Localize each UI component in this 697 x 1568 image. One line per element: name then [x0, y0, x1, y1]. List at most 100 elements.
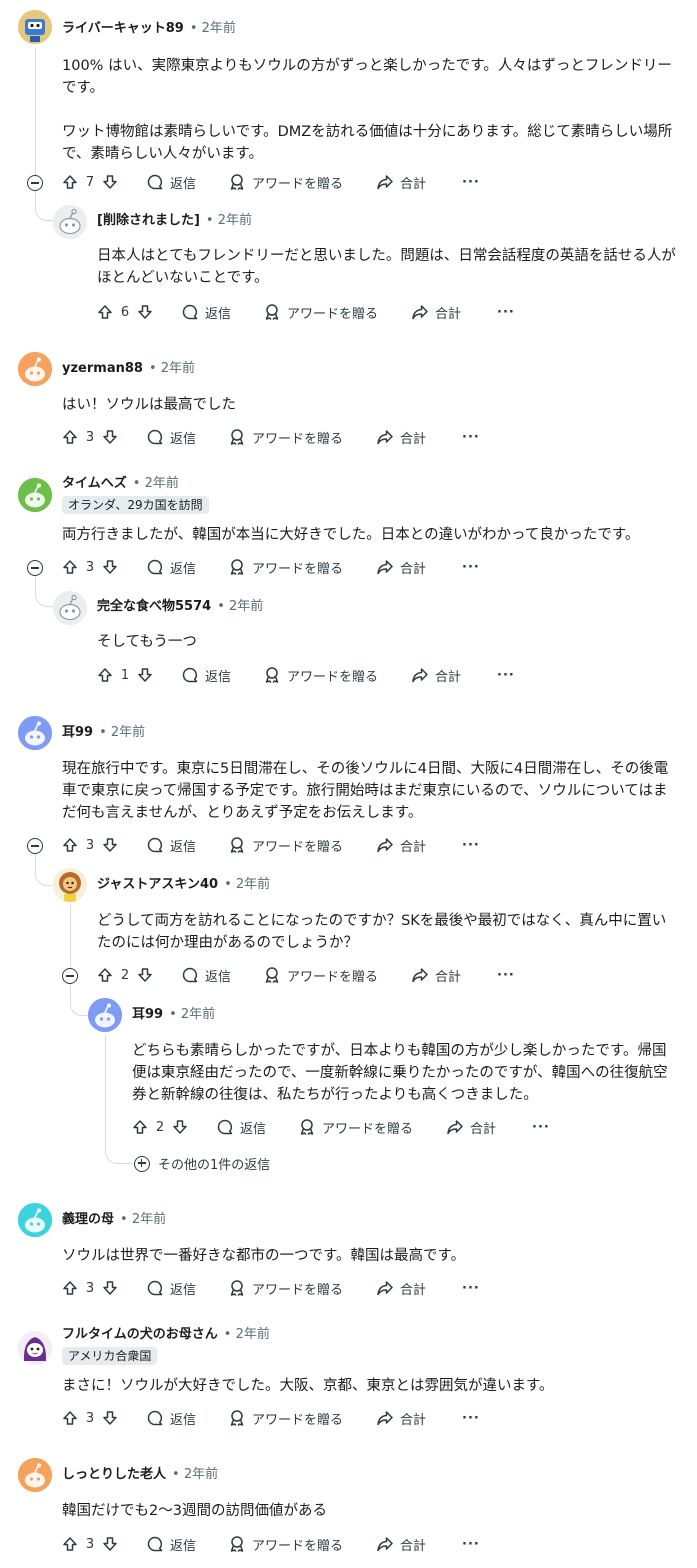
timestamp[interactable]: • 2年前: [120, 1211, 166, 1229]
downvote-icon[interactable]: [172, 1119, 188, 1135]
share-button[interactable]: 合計: [376, 558, 462, 577]
upvote-icon[interactable]: [97, 304, 113, 320]
upvote-icon[interactable]: [62, 837, 78, 853]
more-options-button[interactable]: ···: [532, 1120, 550, 1135]
downvote-icon[interactable]: [102, 559, 118, 575]
upvote-icon[interactable]: [62, 174, 78, 190]
username[interactable]: しっとりした老人: [62, 1466, 166, 1484]
avatar[interactable]: [18, 1331, 52, 1365]
username[interactable]: タイムヘズ: [62, 475, 127, 493]
timestamp[interactable]: • 2年前: [149, 360, 195, 378]
reply-button[interactable]: 返信: [146, 173, 228, 192]
upvote-icon[interactable]: [97, 967, 113, 983]
upvote-icon[interactable]: [97, 667, 113, 683]
more-options-button[interactable]: ···: [462, 1537, 480, 1552]
more-options-button[interactable]: ···: [462, 430, 480, 445]
avatar[interactable]: [18, 352, 52, 386]
avatar[interactable]: [18, 1203, 52, 1237]
collapse-thread-button[interactable]: [27, 838, 43, 854]
username[interactable]: 耳99: [62, 724, 93, 742]
username[interactable]: フルタイムの犬のお母さん: [62, 1326, 218, 1344]
more-options-button[interactable]: ···: [462, 560, 480, 575]
timestamp[interactable]: • 2年前: [133, 475, 179, 493]
timestamp[interactable]: • 2年前: [217, 598, 263, 616]
award-button[interactable]: アワードを贈る: [228, 428, 376, 447]
reply-button[interactable]: 返信: [146, 1279, 228, 1298]
more-options-button[interactable]: ···: [462, 175, 480, 190]
reply-button[interactable]: 返信: [146, 1535, 228, 1554]
username[interactable]: 義理の母: [62, 1211, 114, 1229]
downvote-icon[interactable]: [102, 429, 118, 445]
share-button[interactable]: 合計: [376, 836, 462, 855]
collapse-thread-button[interactable]: [27, 560, 43, 576]
reply-button[interactable]: 返信: [181, 666, 263, 685]
more-options-button[interactable]: ···: [462, 1411, 480, 1426]
award-button[interactable]: アワードを贈る: [263, 666, 411, 685]
share-button[interactable]: 合計: [446, 1118, 532, 1137]
collapse-thread-button[interactable]: [27, 175, 43, 191]
avatar[interactable]: [53, 591, 87, 625]
downvote-icon[interactable]: [102, 1536, 118, 1552]
timestamp[interactable]: • 2年前: [190, 20, 236, 38]
avatar[interactable]: [18, 478, 52, 512]
award-button[interactable]: アワードを贈る: [263, 303, 411, 322]
upvote-icon[interactable]: [62, 429, 78, 445]
reply-button[interactable]: 返信: [181, 303, 263, 322]
username[interactable]: 耳99: [132, 1006, 163, 1024]
share-button[interactable]: 合計: [411, 303, 497, 322]
reply-button[interactable]: 返信: [146, 1409, 228, 1428]
award-button[interactable]: アワードを贈る: [228, 1409, 376, 1428]
username[interactable]: ライバーキャット89: [62, 20, 184, 38]
award-button[interactable]: アワードを贈る: [228, 1535, 376, 1554]
timestamp[interactable]: • 2年前: [206, 212, 252, 230]
reply-button[interactable]: 返信: [146, 836, 228, 855]
award-button[interactable]: アワードを贈る: [228, 1279, 376, 1298]
more-options-button[interactable]: ···: [462, 1281, 480, 1296]
downvote-icon[interactable]: [137, 304, 153, 320]
more-options-button[interactable]: ···: [497, 668, 515, 683]
username[interactable]: 完全な食べ物5574: [97, 598, 211, 616]
more-options-button[interactable]: ···: [497, 305, 515, 320]
reply-button[interactable]: 返信: [146, 558, 228, 577]
share-button[interactable]: 合計: [411, 966, 497, 985]
avatar[interactable]: [18, 1458, 52, 1492]
share-button[interactable]: 合計: [376, 1279, 462, 1298]
award-button[interactable]: アワードを贈る: [228, 173, 376, 192]
upvote-icon[interactable]: [62, 1536, 78, 1552]
award-button[interactable]: アワードを贈る: [263, 966, 411, 985]
reply-button[interactable]: 返信: [146, 428, 228, 447]
avatar[interactable]: [53, 205, 87, 239]
timestamp[interactable]: • 2年前: [224, 1326, 270, 1344]
downvote-icon[interactable]: [102, 174, 118, 190]
downvote-icon[interactable]: [137, 967, 153, 983]
award-button[interactable]: アワードを贈る: [228, 836, 376, 855]
share-button[interactable]: 合計: [376, 1409, 462, 1428]
avatar[interactable]: [18, 716, 52, 750]
reply-button[interactable]: 返信: [181, 966, 263, 985]
more-replies-link[interactable]: その他の1件の返信: [134, 1154, 270, 1173]
downvote-icon[interactable]: [102, 837, 118, 853]
avatar[interactable]: [53, 868, 87, 902]
username[interactable]: ジャストアスキン40: [97, 876, 218, 894]
downvote-icon[interactable]: [102, 1410, 118, 1426]
timestamp[interactable]: • 2年前: [172, 1466, 218, 1484]
upvote-icon[interactable]: [62, 559, 78, 575]
upvote-icon[interactable]: [62, 1280, 78, 1296]
upvote-icon[interactable]: [62, 1410, 78, 1426]
award-button[interactable]: アワードを贈る: [298, 1118, 446, 1137]
share-button[interactable]: 合計: [376, 1535, 462, 1554]
timestamp[interactable]: • 2年前: [224, 876, 270, 894]
share-button[interactable]: 合計: [411, 666, 497, 685]
avatar[interactable]: [18, 10, 52, 44]
downvote-icon[interactable]: [102, 1280, 118, 1296]
award-button[interactable]: アワードを贈る: [228, 558, 376, 577]
more-options-button[interactable]: ···: [497, 968, 515, 983]
share-button[interactable]: 合計: [376, 173, 462, 192]
timestamp[interactable]: • 2年前: [99, 724, 145, 742]
username[interactable]: yzerman88: [62, 360, 143, 378]
reply-button[interactable]: 返信: [216, 1118, 298, 1137]
upvote-icon[interactable]: [132, 1119, 148, 1135]
downvote-icon[interactable]: [137, 667, 153, 683]
collapse-thread-button[interactable]: [62, 968, 78, 984]
more-options-button[interactable]: ···: [462, 838, 480, 853]
